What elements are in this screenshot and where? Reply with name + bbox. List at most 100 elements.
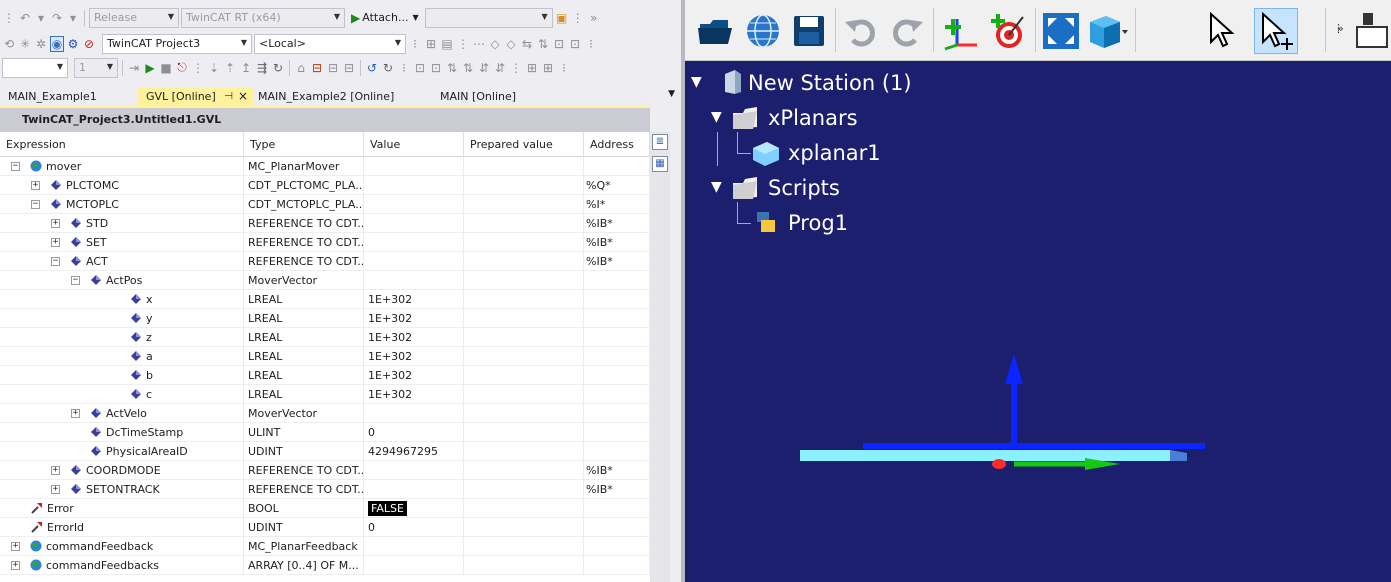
step-out-icon[interactable]: ⊡	[552, 37, 566, 51]
scope-dropdown[interactable]: ▼	[2, 57, 68, 78]
square-icon[interactable]: ⊡	[413, 61, 427, 75]
prepared-value-cell[interactable]	[464, 461, 584, 480]
grid-icon[interactable]: ⊞	[541, 61, 555, 75]
add-frame-button[interactable]	[939, 8, 983, 54]
stop-icon[interactable]: ■	[159, 61, 173, 75]
table-row[interactable]: − ACT REFERENCE TO CDT... %IB*	[0, 252, 650, 271]
prepared-value-cell[interactable]	[464, 366, 584, 385]
value-cell[interactable]: 1E+302	[364, 290, 464, 309]
save-button[interactable]	[787, 8, 831, 54]
list-view-icon[interactable]: ≣	[652, 134, 668, 150]
fit-view-button[interactable]	[1039, 8, 1083, 54]
tree-node-prog1[interactable]: Prog1	[788, 208, 848, 238]
table-row[interactable]: − ActPos MoverVector	[0, 271, 650, 290]
prepared-value-cell[interactable]	[464, 404, 584, 423]
square-icon[interactable]: ⊡	[429, 61, 443, 75]
activate-icon[interactable]: ⚙	[66, 37, 80, 51]
prepared-value-cell[interactable]	[464, 195, 584, 214]
tree-node-xplanar1[interactable]: xplanar1	[788, 138, 881, 168]
prepared-value-cell[interactable]	[464, 480, 584, 499]
step-over-icon[interactable]: ⇅	[536, 37, 550, 51]
find-icon[interactable]: ▣	[555, 11, 569, 25]
prepared-value-cell[interactable]	[464, 290, 584, 309]
tab-main-online[interactable]: MAIN [Online]	[432, 87, 562, 106]
table-row[interactable]: c LREAL 1E+302	[0, 385, 650, 404]
value-cell[interactable]: 1E+302	[364, 328, 464, 347]
value-cell[interactable]: 0	[364, 518, 464, 537]
tree-node-scripts[interactable]: Scripts	[768, 173, 840, 203]
sort-icon[interactable]: ⇅	[461, 61, 475, 75]
redo-icon[interactable]: ↷	[50, 11, 64, 25]
expand-icon[interactable]: +	[51, 219, 60, 228]
table-row[interactable]: + commandFeedbacks ARRAY [0..4] OF M...	[0, 556, 650, 575]
prepared-value-cell[interactable]	[464, 252, 584, 271]
refresh-icon[interactable]: ⟲	[2, 37, 16, 51]
globe-button[interactable]	[741, 8, 785, 54]
grid-icon[interactable]: ⊞	[525, 61, 539, 75]
platform-dropdown[interactable]: TwinCAT RT (x64) ▼	[181, 7, 345, 28]
collapse-icon[interactable]: ▼	[691, 74, 702, 90]
overflow-chevron-icon[interactable]: »	[1337, 22, 1344, 35]
column-header-value[interactable]: Value	[364, 132, 464, 157]
list-icon[interactable]: ⇶	[255, 61, 269, 75]
breakpoint-icon[interactable]: ⋯	[472, 37, 486, 51]
value-cell[interactable]	[364, 461, 464, 480]
pin-icon[interactable]: ⊣	[224, 87, 233, 106]
value-cell[interactable]	[364, 537, 464, 556]
value-cell[interactable]	[364, 404, 464, 423]
prepared-value-cell[interactable]	[464, 442, 584, 461]
column-header-expression[interactable]: Expression	[0, 132, 244, 157]
overflow-icon[interactable]: ⁝	[408, 37, 422, 51]
wand-icon[interactable]: ✳	[18, 37, 32, 51]
arrow-left-icon[interactable]: ◇	[488, 37, 502, 51]
value-cell[interactable]	[364, 214, 464, 233]
prepared-value-cell[interactable]	[464, 233, 584, 252]
table-row[interactable]: + SET REFERENCE TO CDT... %IB*	[0, 233, 650, 252]
close-icon[interactable]: ×	[238, 87, 248, 106]
column-header-type[interactable]: Type	[244, 132, 364, 157]
value-cell[interactable]	[364, 195, 464, 214]
table-row[interactable]: PhysicalAreaID UDINT 4294967295	[0, 442, 650, 461]
dropdown-arrow-icon[interactable]: ▾	[66, 11, 80, 25]
undo-button[interactable]	[839, 8, 883, 54]
force-icon[interactable]: ⊟	[310, 61, 324, 75]
flow-icon[interactable]: ⌂	[294, 61, 308, 75]
chevron-down-icon[interactable]: ▼	[412, 13, 418, 22]
overflow-icon[interactable]: »	[587, 11, 601, 25]
attach-button[interactable]: Attach...	[362, 11, 408, 24]
sort-icon[interactable]: ⇵	[477, 61, 491, 75]
table-row[interactable]: b LREAL 1E+302	[0, 366, 650, 385]
process-dropdown[interactable]: ▼	[424, 7, 553, 28]
sort-icon[interactable]: ⇵	[493, 61, 507, 75]
redo-button[interactable]	[885, 8, 929, 54]
expand-icon[interactable]: +	[51, 485, 60, 494]
table-icon[interactable]: ▤	[440, 37, 454, 51]
collapse-icon[interactable]: ▼	[711, 109, 722, 125]
reset-icon[interactable]: ↻	[271, 61, 285, 75]
expand-icon[interactable]: +	[11, 542, 20, 551]
step-into-icon[interactable]: ⇣	[207, 61, 221, 75]
target-dropdown[interactable]: <Local> ▼	[254, 33, 406, 54]
download-icon[interactable]: ⇥	[127, 61, 141, 75]
column-header-address[interactable]: Address	[584, 132, 650, 157]
value-cell[interactable]: 0	[364, 423, 464, 442]
table-row[interactable]: − MCTOPLC CDT_MCTOPLC_PLA... %I*	[0, 195, 650, 214]
prepared-value-cell[interactable]	[464, 214, 584, 233]
machine-button[interactable]	[1353, 8, 1391, 54]
undo-icon[interactable]: ↶	[18, 11, 32, 25]
overflow-icon[interactable]: ⁝	[557, 61, 571, 75]
add-target-button[interactable]	[985, 8, 1029, 54]
prepared-value-cell[interactable]	[464, 537, 584, 556]
table-row[interactable]: z LREAL 1E+302	[0, 328, 650, 347]
config-mode-icon[interactable]: ✲	[34, 37, 48, 51]
column-header-prepared-value[interactable]: Prepared value	[464, 132, 584, 157]
value-cell[interactable]	[364, 233, 464, 252]
open-folder-button[interactable]	[693, 8, 737, 54]
prepared-value-cell[interactable]	[464, 556, 584, 575]
arrow-right-icon[interactable]: ◇	[504, 37, 518, 51]
collapse-icon[interactable]: ▼	[711, 179, 722, 195]
configuration-dropdown[interactable]: Release ▼	[89, 7, 179, 28]
table-row[interactable]: DcTimeStamp ULINT 0	[0, 423, 650, 442]
table-row[interactable]: ErrorId UDINT 0	[0, 518, 650, 537]
collapse-icon[interactable]: −	[51, 257, 60, 266]
